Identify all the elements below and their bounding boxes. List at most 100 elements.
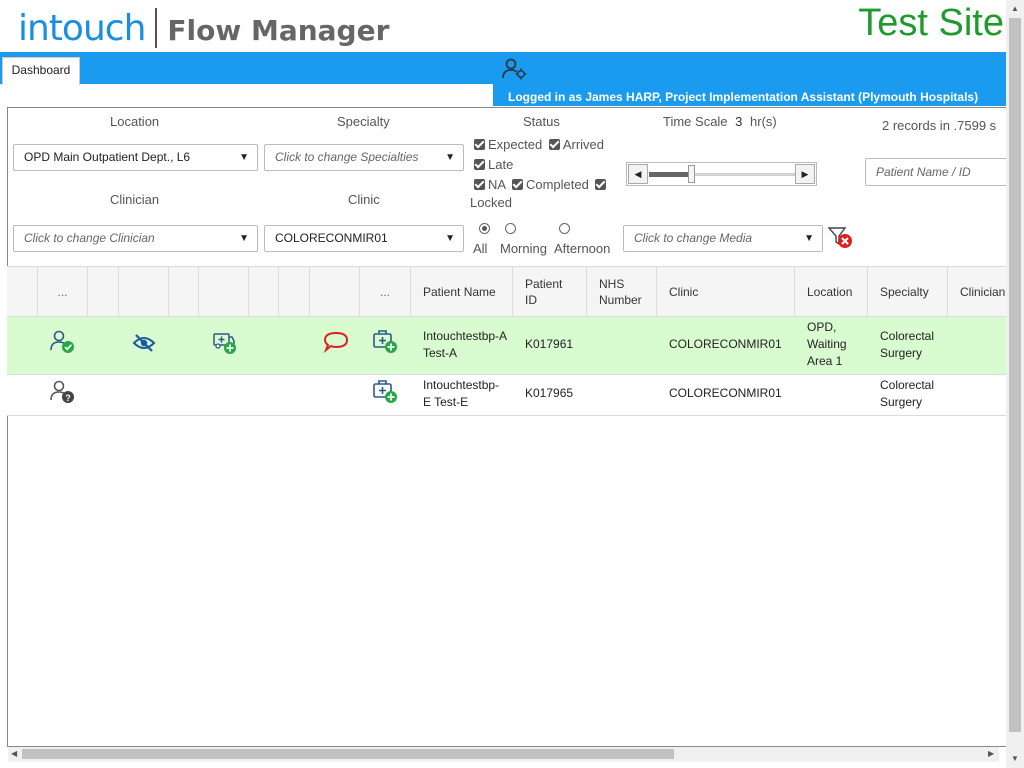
slider-left-arrow-icon[interactable]: ◀ [628,164,648,184]
scroll-right-arrow-icon[interactable]: ▶ [988,749,994,758]
slider-thumb[interactable] [688,165,695,183]
logged-in-banner: Logged in as James HARP, Project Impleme… [493,84,1006,106]
col-header-more[interactable]: ... [360,267,411,317]
status-na-label: NA [488,177,506,192]
col-header-blank [279,267,310,317]
clinic-label: Clinic [348,192,380,207]
records-info: 2 records in .7599 s [882,118,997,133]
nhs-number-header-text: NHS Number [599,277,642,307]
col-header-specialty[interactable]: Specialty [868,267,948,317]
clinic-cell: COLORECONMIR01 [669,337,782,351]
clinician-label: Clinician [110,192,160,207]
col-header-blank [169,267,199,317]
horizontal-scroll-thumb[interactable] [22,749,674,759]
session-afternoon-radio[interactable] [559,223,570,234]
tab-dashboard[interactable]: Dashboard [2,57,80,85]
time-scale-label: Time Scale [663,114,728,129]
status-checkboxes-row-1: Expected Arrived [474,137,604,152]
medical-case-add-icon[interactable] [372,378,398,404]
hidden-eye-icon[interactable] [132,333,156,353]
chevron-down-icon: ▼ [804,233,814,244]
clinic-value: COLORECONMIR01 [275,231,388,245]
time-scale-slider[interactable]: ◀ ▶ [626,162,817,186]
media-placeholder: Click to change Media [634,231,753,245]
clinician-dropdown[interactable]: Click to change Clinician ▼ [13,225,258,252]
status-arrived-checkbox[interactable]: Arrived [548,137,604,152]
time-scale: Time Scale 3 hr(s) [663,114,777,129]
patient-name-cell: Intouchtestbp-A Test-A [423,329,507,360]
col-header-more[interactable]: ... [38,267,88,317]
location-label: Location [110,114,160,129]
logo-product: Flow Manager [167,13,390,47]
col-header-blank [310,267,360,317]
chevron-down-icon: ▼ [445,233,455,244]
slider-right-arrow-icon[interactable]: ▶ [795,164,815,184]
status-label: Status [523,114,560,129]
col-header-blank [88,267,119,317]
session-all-radio[interactable] [479,223,490,234]
slider-track [691,173,795,176]
session-all-label: All [473,241,488,256]
col-header-clinic[interactable]: Clinic [657,267,795,317]
patient-id-header-text: Patient ID [525,277,563,307]
table-row[interactable]: Intouchtestbp-A Test-A K017961 COLORECON… [7,317,1006,375]
patient-unknown-status-icon[interactable]: ? [49,380,75,404]
scroll-left-arrow-icon[interactable]: ◀ [11,749,17,758]
col-header-patient-name[interactable]: Patient Name [411,267,513,317]
status-completed-checkbox[interactable]: Completed [511,177,589,192]
status-late-checkbox[interactable]: Late [474,157,513,172]
session-morning-radio[interactable] [505,223,516,234]
clinic-dropdown[interactable]: COLORECONMIR01 ▼ [264,225,464,252]
logo-brand: intouch [18,7,146,49]
comment-icon[interactable] [323,331,349,353]
status-completed-label: Completed [525,177,589,192]
location-dropdown[interactable]: OPD Main Outpatient Dept., L6 ▼ [13,144,258,171]
location-value: OPD Main Outpatient Dept., L6 [24,150,191,164]
col-header-blank [199,267,249,317]
patient-arrived-icon[interactable] [49,330,75,354]
specialty-cell: Colorectal Surgery [880,329,935,360]
slider-fill [649,172,691,177]
scroll-up-arrow-icon[interactable]: ▲ [1011,4,1019,13]
medical-case-add-icon[interactable] [372,328,398,354]
status-na-checkbox[interactable]: NA [474,177,505,192]
status-locked-checkbox[interactable] [595,177,609,192]
horizontal-scrollbar[interactable]: ◀ ▶ [8,747,999,762]
specialty-cell: Colorectal Surgery [880,378,935,409]
col-header-clinician[interactable]: Clinician [948,267,1008,317]
status-expected-checkbox[interactable]: Expected [474,137,542,152]
status-late-label: Late [488,157,514,172]
specialty-placeholder: Click to change Specialties [275,150,419,164]
vertical-scrollbar[interactable]: ▲ ▼ [1006,0,1024,768]
user-settings-icon[interactable] [502,58,528,80]
col-header-blank [7,267,38,317]
status-checkboxes-row-3: NA Completed [474,177,609,192]
chevron-down-icon: ▼ [239,152,249,163]
test-site-label: Test Site [858,2,1004,44]
chevron-down-icon: ▼ [445,152,455,163]
status-expected-label: Expected [488,137,543,152]
specialty-label: Specialty [337,114,390,129]
chevron-down-icon: ▼ [239,233,249,244]
specialty-dropdown[interactable]: Click to change Specialties ▼ [264,144,464,171]
time-scale-value: 3 [735,114,743,129]
col-header-blank [249,267,279,317]
ambulance-add-icon[interactable] [212,329,238,355]
patient-id-cell: K017965 [525,386,574,400]
session-afternoon-label: Afternoon [554,241,611,256]
patient-search-input[interactable]: Patient Name / ID [865,158,1015,186]
table-row[interactable]: ? Intouchtestbp-E Test-E K017965 COLOREC… [7,375,1006,416]
time-scale-unit: hr(s) [750,114,777,129]
col-header-location[interactable]: Location [795,267,868,317]
location-cell: OPD, Waiting Area 1 [807,320,847,368]
col-header-patient-id[interactable]: Patient ID [513,267,587,317]
col-header-blank [119,267,169,317]
svg-text:?: ? [65,393,71,403]
scroll-down-arrow-icon[interactable]: ▼ [1011,754,1019,763]
vertical-scroll-thumb[interactable] [1009,18,1021,732]
patient-name-cell: Intouchtestbp-E Test-E [423,378,500,409]
clear-filter-icon[interactable] [828,226,854,250]
col-header-nhs-number[interactable]: NHS Number [587,267,657,317]
media-dropdown[interactable]: Click to change Media ▼ [623,225,823,252]
clinic-cell: COLORECONMIR01 [669,386,782,400]
